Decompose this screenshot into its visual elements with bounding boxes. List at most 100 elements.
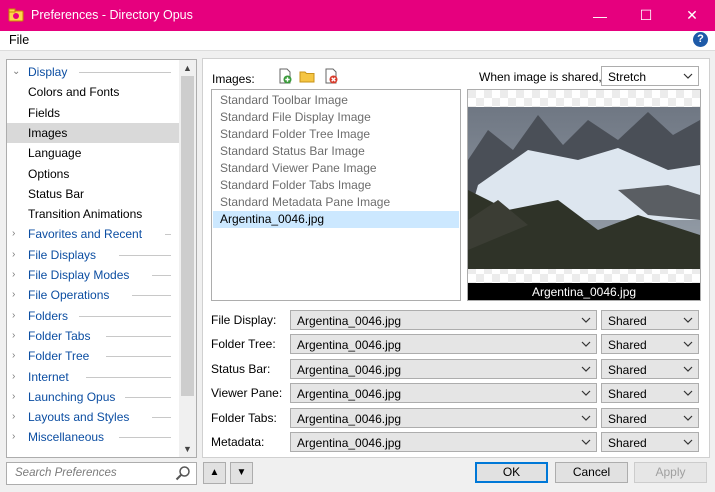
chevron-right-icon[interactable]: › (12, 387, 15, 407)
chevron-right-icon[interactable]: › (12, 326, 15, 346)
chevron-right-icon[interactable]: › (12, 224, 15, 244)
tree-item[interactable]: Language (7, 143, 179, 163)
preview-image (468, 90, 700, 300)
category-divider (79, 315, 171, 317)
chevron-down-icon (581, 439, 591, 445)
image-list-item[interactable]: Standard Toolbar Image (213, 92, 459, 109)
maximize-icon: ☐ (639, 7, 653, 23)
tree-item-label: Folder Tabs (28, 328, 91, 343)
tree-item[interactable]: ⌄ Display (7, 62, 179, 82)
help-icon[interactable]: ? (693, 32, 708, 47)
close-button[interactable]: ✕ (669, 0, 715, 31)
ok-button[interactable]: OK (475, 462, 548, 483)
chevron-right-icon[interactable]: › (12, 306, 15, 326)
folder-icon[interactable] (299, 68, 315, 84)
assignment-label: Viewer Pane: (211, 386, 283, 401)
assignment-label: Folder Tree: (211, 337, 276, 352)
mode-select[interactable]: Shared (601, 358, 699, 379)
cancel-button[interactable]: Cancel (555, 462, 628, 483)
image-select[interactable]: Argentina_0046.jpg (290, 358, 597, 379)
tree-scrollbar[interactable]: ▲ ▼ (179, 60, 196, 457)
scroll-up-arrow[interactable]: ▲ (179, 60, 196, 76)
chevron-right-icon[interactable]: › (12, 245, 15, 265)
image-preview: Argentina_0046.jpg (467, 89, 701, 301)
tree-item[interactable]: › Miscellaneous (7, 427, 179, 447)
tree-item[interactable]: › File Operations (7, 285, 179, 305)
image-select[interactable]: Argentina_0046.jpg (290, 407, 597, 428)
chevron-right-icon[interactable]: › (12, 407, 15, 427)
minimize-button[interactable]: — (577, 0, 623, 31)
mode-select-value: Shared (608, 411, 647, 426)
tree-item[interactable]: › Folder Tabs (7, 326, 179, 346)
image-select[interactable]: Argentina_0046.jpg (290, 334, 597, 355)
shared-mode-select[interactable]: Stretch (601, 66, 699, 86)
chevron-down-icon (683, 366, 693, 372)
delete-image-icon[interactable] (323, 68, 339, 84)
chevron-right-icon[interactable]: › (12, 265, 15, 285)
window-title: Preferences - Directory Opus (31, 8, 193, 22)
tree-item[interactable]: › Folders (7, 306, 179, 326)
chevron-right-icon[interactable]: › (12, 346, 15, 366)
search-input[interactable]: Search Preferences (6, 462, 197, 485)
tree-item-label: Language (28, 146, 82, 161)
search-icon[interactable] (175, 465, 191, 481)
tree-item[interactable]: › Favorites and Recent (7, 224, 179, 244)
tree-item[interactable]: › Layouts and Styles (7, 407, 179, 427)
mode-select[interactable]: Shared (601, 334, 699, 355)
scroll-down-arrow[interactable]: ▼ (179, 441, 196, 457)
image-select-value: Argentina_0046.jpg (297, 411, 402, 426)
tree-item[interactable]: Transition Animations (7, 204, 179, 224)
mode-select[interactable]: Shared (601, 407, 699, 428)
add-image-icon[interactable] (277, 68, 293, 84)
chevron-down-icon (683, 341, 693, 348)
mode-select[interactable]: Shared (601, 383, 699, 404)
mode-select-value: Shared (608, 387, 647, 402)
category-divider (132, 295, 171, 297)
image-list-item[interactable]: Standard Folder Tree Image (213, 126, 459, 143)
scroll-thumb[interactable] (181, 76, 194, 396)
menu-file[interactable]: File (9, 33, 29, 47)
image-select[interactable]: Argentina_0046.jpg (290, 383, 597, 404)
category-divider (151, 417, 171, 419)
chevron-right-icon[interactable]: › (12, 427, 15, 447)
chevron-down-icon[interactable]: ⌄ (12, 62, 20, 82)
category-divider (105, 356, 171, 358)
move-up-button[interactable]: ▲ (203, 462, 226, 484)
close-icon: ✕ (686, 7, 698, 23)
tree-item[interactable]: › Internet (7, 367, 179, 387)
tree-item[interactable]: Images (7, 122, 179, 143)
mode-select[interactable]: Shared (601, 432, 699, 452)
category-divider (151, 275, 171, 276)
move-down-button[interactable]: ▼ (230, 462, 253, 484)
image-select[interactable]: Argentina_0046.jpg (290, 310, 597, 330)
images-list[interactable]: Standard Toolbar Image Standard File Disp… (211, 89, 461, 301)
apply-button[interactable]: Apply (634, 462, 707, 483)
tree-item[interactable]: Fields (7, 103, 179, 123)
chevron-down-icon (581, 415, 591, 421)
maximize-button[interactable]: ☐ (623, 0, 669, 31)
chevron-right-icon[interactable]: › (12, 367, 15, 387)
tree-item[interactable]: Colors and Fonts (7, 82, 179, 102)
image-select-value: Argentina_0046.jpg (297, 387, 402, 402)
image-select[interactable]: Argentina_0046.jpg (290, 432, 597, 452)
tree-item[interactable]: › File Displays (7, 245, 179, 265)
image-list-item[interactable]: Standard File Display Image (213, 109, 459, 126)
chevron-right-icon[interactable]: › (12, 285, 15, 305)
image-list-item[interactable]: Standard Status Bar Image (213, 143, 459, 160)
image-list-item[interactable]: Standard Viewer Pane Image (213, 160, 459, 177)
mode-select[interactable]: Shared (601, 310, 699, 330)
category-divider (118, 437, 171, 439)
image-list-item[interactable]: Argentina_0046.jpg (213, 211, 459, 228)
tree-item-label: Status Bar (28, 186, 85, 201)
shared-mode-value: Stretch (608, 70, 647, 84)
tree-item[interactable]: › Folder Tree (7, 346, 179, 366)
image-list-item[interactable]: Standard Metadata Pane Image (213, 194, 459, 211)
tree-item[interactable]: › Launching Opus (7, 387, 179, 407)
tree-item-label: Folder Tree (28, 349, 90, 364)
tree-item[interactable]: Options (7, 164, 179, 184)
tree-item[interactable]: › File Display Modes (7, 265, 179, 285)
tree-item[interactable]: Status Bar (7, 184, 179, 204)
tree-item-label: Miscellaneous (28, 430, 105, 445)
image-list-item[interactable]: Standard Folder Tabs Image (213, 177, 459, 194)
preferences-tree[interactable]: ▲ ▼ ⌄ Display Colors and Fonts Fields Images… (6, 59, 197, 458)
